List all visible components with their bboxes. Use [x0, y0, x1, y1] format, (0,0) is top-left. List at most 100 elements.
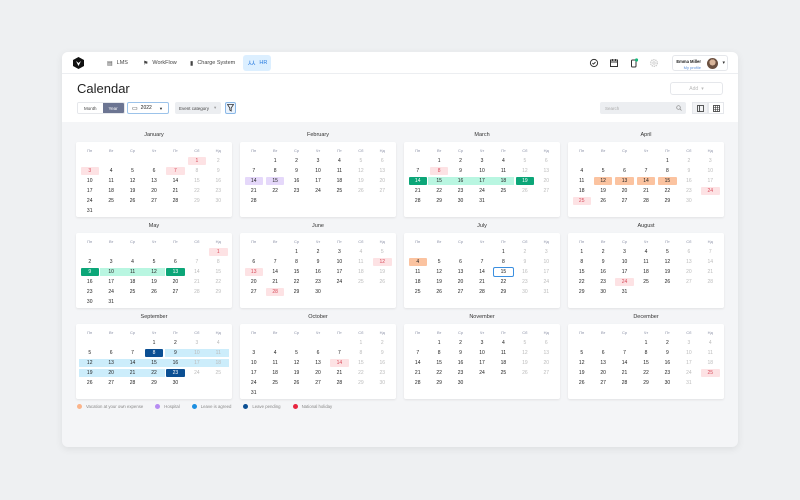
day-cell-bmid[interactable]: 12 — [79, 359, 101, 367]
nav-item-workflow[interactable]: ⚑ WorkFlow — [138, 55, 182, 71]
day-cell[interactable]: 5 — [373, 248, 391, 256]
day-cell[interactable]: 18 — [266, 369, 284, 377]
day-cell[interactable]: 10 — [330, 258, 348, 266]
day-cell[interactable]: 8 — [637, 349, 655, 357]
day-cell[interactable]: 3 — [188, 339, 206, 347]
day-cell[interactable]: 22 — [266, 187, 284, 195]
day-cell[interactable]: 24 — [537, 278, 555, 286]
day-cell[interactable]: 1 — [287, 248, 305, 256]
day-cell[interactable]: 2 — [680, 157, 698, 165]
day-cell[interactable]: 9 — [209, 167, 227, 175]
day-cell[interactable]: 9 — [658, 349, 676, 357]
day-cell[interactable]: 5 — [516, 157, 534, 165]
day-cell[interactable]: 5 — [287, 349, 305, 357]
day-cell[interactable]: 17 — [473, 359, 491, 367]
day-cell[interactable]: 6 — [102, 349, 120, 357]
day-cell[interactable]: 21 — [701, 268, 719, 276]
day-cell[interactable]: 29 — [430, 379, 448, 387]
day-cell[interactable]: 18 — [573, 187, 591, 195]
day-cell[interactable]: 9 — [680, 167, 698, 175]
day-cell[interactable]: 8 — [266, 167, 284, 175]
day-cell[interactable]: 25 — [352, 278, 370, 286]
day-cell-holiday[interactable]: 12 — [373, 258, 392, 266]
day-cell-holiday[interactable]: 8 — [429, 167, 449, 175]
day-cell[interactable]: 27 — [145, 197, 163, 205]
day-cell[interactable]: 6 — [594, 349, 612, 357]
day-cell-holiday[interactable]: 28 — [265, 288, 285, 296]
day-cell-gend[interactable]: 14 — [408, 177, 427, 185]
list-view-button[interactable] — [692, 102, 708, 114]
day-cell[interactable]: 27 — [680, 278, 698, 286]
filter-button[interactable] — [225, 102, 236, 114]
day-cell[interactable]: 16 — [594, 268, 612, 276]
day-cell[interactable]: 9 — [373, 349, 391, 357]
day-cell[interactable]: 9 — [451, 349, 469, 357]
nav-item-lms[interactable]: ▤ LMS — [102, 55, 133, 71]
day-cell[interactable]: 21 — [473, 278, 491, 286]
day-cell-bmid[interactable]: 11 — [207, 349, 229, 357]
day-cell[interactable]: 4 — [123, 258, 141, 266]
day-cell[interactable]: 11 — [494, 349, 512, 357]
day-cell[interactable]: 26 — [145, 288, 163, 296]
day-cell-vacation[interactable]: 15 — [658, 177, 677, 185]
day-cell-bmid[interactable]: 18 — [207, 359, 229, 367]
day-cell[interactable]: 4 — [330, 157, 348, 165]
day-cell[interactable]: 22 — [188, 187, 206, 195]
day-cell[interactable]: 18 — [409, 278, 427, 286]
day-cell[interactable]: 14 — [701, 258, 719, 266]
day-cell[interactable]: 28 — [409, 197, 427, 205]
day-cell[interactable]: 23 — [209, 187, 227, 195]
day-cell[interactable]: 21 — [637, 187, 655, 195]
day-cell[interactable]: 7 — [409, 167, 427, 175]
day-cell[interactable]: 17 — [701, 177, 719, 185]
day-cell[interactable]: 17 — [102, 278, 120, 286]
day-cell[interactable]: 11 — [637, 258, 655, 266]
day-cell[interactable]: 20 — [451, 278, 469, 286]
day-cell-vacation[interactable]: 4 — [408, 258, 427, 266]
day-cell-bend[interactable]: 8 — [144, 349, 164, 357]
day-cell[interactable]: 25 — [330, 187, 348, 195]
day-cell[interactable]: 1 — [430, 339, 448, 347]
day-cell[interactable]: 28 — [615, 379, 633, 387]
day-cell[interactable]: 22 — [352, 369, 370, 377]
day-cell-gmid[interactable]: 11 — [121, 268, 144, 276]
day-cell[interactable]: 3 — [680, 339, 698, 347]
day-cell[interactable]: 28 — [409, 379, 427, 387]
day-cell[interactable]: 26 — [287, 379, 305, 387]
day-cell[interactable]: 12 — [430, 268, 448, 276]
day-cell-bmid[interactable]: 17 — [186, 359, 208, 367]
day-cell[interactable]: 30 — [658, 379, 676, 387]
day-cell[interactable]: 19 — [594, 187, 612, 195]
day-cell[interactable]: 12 — [287, 359, 305, 367]
day-cell[interactable]: 21 — [166, 187, 184, 195]
day-cell[interactable]: 26 — [516, 187, 534, 195]
day-cell-gmid[interactable]: 16 — [449, 177, 472, 185]
day-cell[interactable]: 13 — [594, 359, 612, 367]
day-cell[interactable]: 10 — [680, 349, 698, 357]
day-cell[interactable]: 19 — [145, 278, 163, 286]
day-cell[interactable]: 18 — [701, 359, 719, 367]
day-cell[interactable]: 8 — [209, 258, 227, 266]
day-cell[interactable]: 30 — [594, 288, 612, 296]
day-cell[interactable]: 21 — [409, 369, 427, 377]
day-cell[interactable]: 27 — [615, 197, 633, 205]
day-cell[interactable]: 25 — [266, 379, 284, 387]
day-cell[interactable]: 8 — [430, 349, 448, 357]
day-cell[interactable]: 24 — [330, 278, 348, 286]
day-cell-gend[interactable]: 19 — [515, 177, 535, 185]
day-cell[interactable]: 23 — [658, 369, 676, 377]
day-cell[interactable]: 10 — [615, 258, 633, 266]
day-cell[interactable]: 20 — [537, 177, 555, 185]
day-cell[interactable]: 12 — [123, 177, 141, 185]
day-cell[interactable]: 10 — [245, 359, 263, 367]
day-cell[interactable]: 21 — [266, 278, 284, 286]
day-cell[interactable]: 29 — [494, 288, 512, 296]
day-cell[interactable]: 26 — [123, 197, 141, 205]
day-cell[interactable]: 2 — [451, 339, 469, 347]
day-cell[interactable]: 3 — [102, 258, 120, 266]
day-cell[interactable]: 29 — [188, 197, 206, 205]
day-cell[interactable]: 28 — [330, 379, 348, 387]
gear-icon[interactable] — [649, 58, 659, 68]
day-cell[interactable]: 29 — [145, 379, 163, 387]
day-cell[interactable]: 9 — [516, 258, 534, 266]
